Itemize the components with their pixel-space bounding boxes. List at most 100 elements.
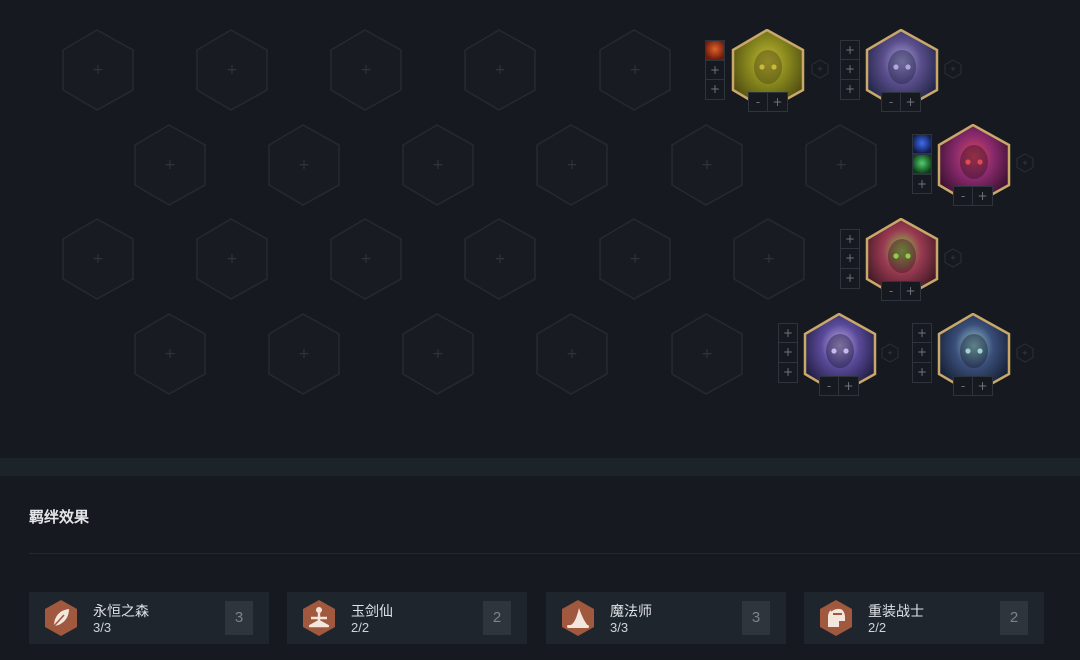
green-item[interactable]: [912, 154, 932, 174]
decrease-star-button[interactable]: -: [881, 92, 901, 112]
small-add-label: +: [887, 348, 893, 358]
star-stepper: - +: [953, 186, 993, 206]
add-slot-label: +: [432, 157, 444, 173]
item-slot-add[interactable]: +: [840, 229, 860, 249]
increase-star-button[interactable]: +: [973, 186, 993, 206]
add-slot-label: +: [92, 62, 104, 78]
small-add-hex[interactable]: +: [944, 59, 962, 79]
decrease-star-button[interactable]: -: [819, 376, 839, 396]
helmet-icon: [818, 599, 854, 637]
empty-hex-slot[interactable]: +: [535, 124, 609, 206]
fire-item[interactable]: [705, 40, 725, 60]
empty-hex-slot[interactable]: +: [463, 29, 537, 111]
trait-list: 永恒之森 3/3 3 玉剑仙 2/2 2 魔法师 3/3 3 重装战士 2/2 …: [29, 592, 1080, 644]
add-slot-label: +: [629, 62, 641, 78]
blue-orb-item[interactable]: [912, 134, 932, 154]
empty-hex-slot[interactable]: +: [195, 29, 269, 111]
synergy-title: 羁绊效果: [29, 509, 90, 526]
small-add-hex[interactable]: +: [1016, 343, 1034, 363]
increase-star-button[interactable]: +: [768, 92, 788, 112]
small-add-label: +: [950, 253, 956, 263]
add-slot-label: +: [701, 157, 713, 173]
small-add-hex[interactable]: +: [944, 248, 962, 268]
empty-hex-slot[interactable]: +: [195, 218, 269, 300]
add-slot-label: +: [360, 62, 372, 78]
empty-hex-slot[interactable]: +: [670, 124, 744, 206]
item-slots: + + +: [840, 40, 860, 100]
trait-card[interactable]: 重装战士 2/2 2: [804, 592, 1044, 644]
add-slot-label: +: [566, 157, 578, 173]
decrease-star-button[interactable]: -: [953, 186, 973, 206]
trait-name: 魔法师: [610, 603, 652, 619]
trait-card[interactable]: 永恒之森 3/3 3: [29, 592, 269, 644]
empty-hex-slot[interactable]: +: [535, 313, 609, 395]
trait-name: 重装战士: [868, 603, 924, 619]
increase-star-button[interactable]: +: [901, 281, 921, 301]
empty-hex-slot[interactable]: +: [133, 313, 207, 395]
item-slot-add[interactable]: +: [840, 80, 860, 100]
board-separator: [0, 458, 1080, 476]
star-stepper: - +: [748, 92, 788, 112]
empty-hex-slot[interactable]: +: [329, 218, 403, 300]
empty-hex-slot[interactable]: +: [267, 313, 341, 395]
empty-hex-slot[interactable]: +: [133, 124, 207, 206]
item-slot-add[interactable]: +: [912, 343, 932, 363]
star-stepper: - +: [881, 281, 921, 301]
item-slot-add[interactable]: +: [705, 80, 725, 100]
meditation-icon: [301, 599, 337, 637]
add-slot-label: +: [566, 346, 578, 362]
item-slot-add[interactable]: +: [912, 174, 932, 194]
empty-hex-slot[interactable]: +: [61, 218, 135, 300]
empty-hex-slot[interactable]: +: [732, 218, 806, 300]
hex-board: + + + + + + + + + + + + + + + + + + + + + + + + + + + + + + - + + + + - + + - +…: [0, 0, 1080, 458]
add-slot-label: +: [164, 157, 176, 173]
small-add-hex[interactable]: +: [1016, 153, 1034, 173]
decrease-star-button[interactable]: -: [881, 281, 901, 301]
empty-hex-slot[interactable]: +: [670, 313, 744, 395]
small-add-label: +: [1022, 158, 1028, 168]
empty-hex-slot[interactable]: +: [61, 29, 135, 111]
add-slot-label: +: [835, 157, 847, 173]
small-add-hex[interactable]: +: [811, 59, 829, 79]
item-slot-add[interactable]: +: [912, 323, 932, 343]
trait-card[interactable]: 玉剑仙 2/2 2: [287, 592, 527, 644]
item-slot-add[interactable]: +: [778, 323, 798, 343]
item-slot-add[interactable]: +: [840, 249, 860, 269]
empty-hex-slot[interactable]: +: [401, 313, 475, 395]
add-slot-label: +: [360, 251, 372, 267]
item-slot-add[interactable]: +: [778, 343, 798, 363]
star-stepper: - +: [953, 376, 993, 396]
increase-star-button[interactable]: +: [973, 376, 993, 396]
empty-hex-slot[interactable]: +: [463, 218, 537, 300]
add-slot-label: +: [629, 251, 641, 267]
empty-hex-slot[interactable]: +: [804, 124, 878, 206]
add-slot-label: +: [226, 251, 238, 267]
item-slot-add[interactable]: +: [705, 60, 725, 80]
empty-hex-slot[interactable]: +: [329, 29, 403, 111]
decrease-star-button[interactable]: -: [953, 376, 973, 396]
item-slot-add[interactable]: +: [840, 40, 860, 60]
item-slots: + + +: [778, 323, 798, 383]
add-slot-label: +: [763, 251, 775, 267]
small-add-label: +: [817, 64, 823, 74]
empty-hex-slot[interactable]: +: [267, 124, 341, 206]
item-slot-add[interactable]: +: [912, 363, 932, 383]
item-slot-add[interactable]: +: [840, 60, 860, 80]
decrease-star-button[interactable]: -: [748, 92, 768, 112]
trait-name: 永恒之森: [93, 603, 149, 619]
section-divider: [29, 553, 1080, 554]
add-slot-label: +: [298, 346, 310, 362]
trait-total-box: 3: [742, 601, 770, 635]
trait-total-box: 3: [225, 601, 253, 635]
item-slot-add[interactable]: +: [840, 269, 860, 289]
item-slot-add[interactable]: +: [778, 363, 798, 383]
empty-hex-slot[interactable]: +: [598, 29, 672, 111]
increase-star-button[interactable]: +: [901, 92, 921, 112]
empty-hex-slot[interactable]: +: [598, 218, 672, 300]
small-add-hex[interactable]: +: [881, 343, 899, 363]
add-slot-label: +: [432, 346, 444, 362]
trait-card[interactable]: 魔法师 3/3 3: [546, 592, 786, 644]
empty-hex-slot[interactable]: +: [401, 124, 475, 206]
increase-star-button[interactable]: +: [839, 376, 859, 396]
trait-count: 3/3: [610, 620, 629, 635]
